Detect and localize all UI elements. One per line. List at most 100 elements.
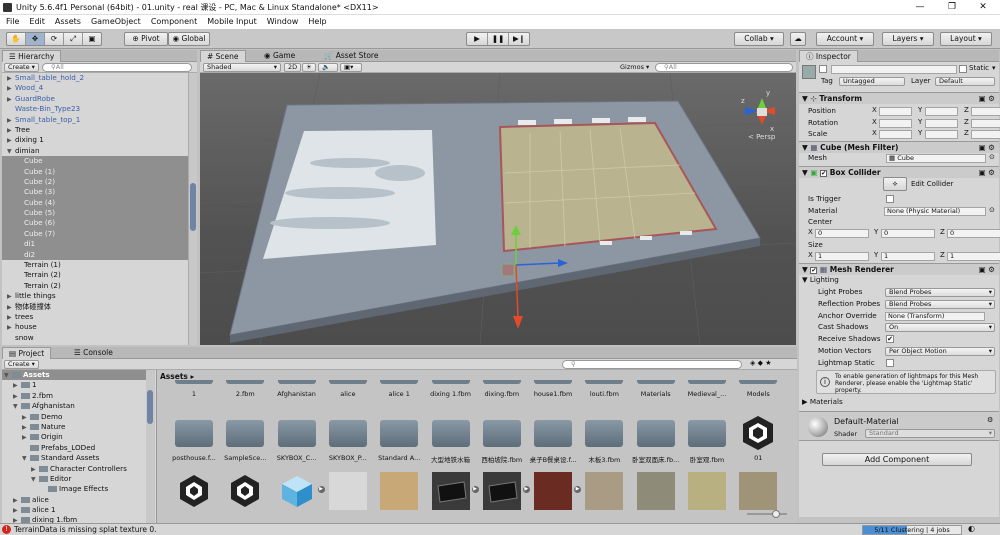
hierarchy-item[interactable]: ▶ little things xyxy=(2,291,188,301)
hierarchy-item[interactable]: di2 xyxy=(2,249,188,261)
asset-label[interactable]: SampleSce... xyxy=(220,454,270,462)
hierarchy-item[interactable]: Waste-Bin_Type23 xyxy=(2,104,188,114)
shading-mode-dropdown[interactable]: Shaded ▾ xyxy=(203,63,281,72)
minimize-button[interactable]: — xyxy=(905,0,935,15)
asset-label[interactable]: Standard A... xyxy=(374,454,424,462)
position-y-field[interactable] xyxy=(925,107,958,116)
trampoline-model-thumbnail[interactable]: ▶ xyxy=(431,472,479,510)
hierarchy-item[interactable]: ▶ house xyxy=(2,322,188,332)
expand-arrow-icon[interactable]: ▼ xyxy=(13,402,21,412)
position-x-field[interactable] xyxy=(879,107,912,116)
folder-icon[interactable] xyxy=(226,380,265,384)
project-folder-item[interactable]: ▶ 2.fbm xyxy=(2,391,152,401)
collider-size-x-field[interactable]: 1 xyxy=(815,252,869,261)
rotation-z-field[interactable] xyxy=(971,118,1000,128)
menu-item-assets[interactable]: Assets xyxy=(55,15,81,29)
transform-header[interactable]: ▼ ⊹ Transform ▣ ⚙ xyxy=(799,92,999,104)
folder-icon[interactable] xyxy=(688,420,726,447)
folder-icon[interactable] xyxy=(277,380,316,384)
project-folder-item[interactable]: ▶ Demo xyxy=(2,412,152,422)
active-checkbox[interactable] xyxy=(819,65,827,73)
cube-prefab-icon[interactable]: ▶ xyxy=(278,472,325,510)
expand-arrow-icon[interactable]: ▼ xyxy=(4,371,12,381)
folder-icon[interactable] xyxy=(739,380,778,384)
lightmap-static-checkbox[interactable] xyxy=(886,358,894,367)
project-tree-scrollbar[interactable] xyxy=(146,370,155,523)
folder-icon[interactable] xyxy=(636,380,675,384)
asset-label[interactable]: posthouse.f... xyxy=(169,454,219,462)
layout-button[interactable]: Layout ▾ xyxy=(940,32,992,46)
rotation-y-field[interactable] xyxy=(925,118,958,128)
menu-item-component[interactable]: Component xyxy=(151,15,197,29)
lighting-foldout[interactable]: ▼ Lighting xyxy=(802,274,839,286)
account-button[interactable]: Account ▾ xyxy=(816,32,874,46)
layers-button[interactable]: Layers ▾ xyxy=(882,32,934,46)
project-folder-item[interactable]: ▼ Editor xyxy=(2,474,152,484)
project-folder-item[interactable]: ▶ 1 xyxy=(2,380,152,390)
asset-label[interactable]: 2.fbm xyxy=(220,390,270,398)
physic-material-field[interactable]: None (Physic Material) xyxy=(884,207,986,216)
expand-asset-icon[interactable]: ▶ xyxy=(471,486,479,493)
asset-label[interactable]: Medieval_... xyxy=(682,390,732,398)
tab-hierarchy[interactable]: ☰ Hierarchy xyxy=(2,50,62,62)
folder-icon[interactable] xyxy=(482,420,521,447)
asset-label[interactable]: SKYBOX_C... xyxy=(272,454,322,462)
project-search-input[interactable]: ⚲ xyxy=(562,360,742,369)
tab-scene[interactable]: # Scene xyxy=(200,50,246,62)
asset-label[interactable]: dixing 1.fbm xyxy=(426,390,476,398)
unity-scene-icon[interactable] xyxy=(175,472,213,510)
expand-arrow-icon[interactable]: ▼ xyxy=(31,475,39,485)
asset-label[interactable]: Afghanistan xyxy=(272,390,322,398)
cast-shadows-dropdown[interactable]: On ▾ xyxy=(885,323,995,333)
dirt-texture-thumbnail[interactable] xyxy=(739,472,778,510)
texture-thumbnail[interactable] xyxy=(328,472,367,510)
folder-icon[interactable] xyxy=(277,420,316,447)
folder-icon[interactable] xyxy=(688,380,726,384)
close-button[interactable]: ✕ xyxy=(968,0,998,15)
lighting-status-icon[interactable]: ◐ xyxy=(968,524,975,533)
hierarchy-item[interactable]: ▶ 物体碰撞体 xyxy=(2,302,188,312)
step-icon[interactable]: ▶❙ xyxy=(509,33,529,45)
expand-asset-icon[interactable]: ▶ xyxy=(574,486,582,493)
collab-button[interactable]: Collab ▾ xyxy=(734,32,784,46)
unity-scene-icon[interactable] xyxy=(226,472,264,510)
hierarchy-item[interactable]: Cube (1) xyxy=(2,166,188,177)
is-trigger-checkbox[interactable] xyxy=(886,195,894,203)
folder-icon[interactable] xyxy=(175,420,213,447)
collider-center-y-field[interactable]: 0 xyxy=(881,229,935,238)
object-name-field[interactable] xyxy=(831,65,957,74)
folder-icon[interactable] xyxy=(534,380,573,384)
collider-center-x-field[interactable]: 0 xyxy=(815,229,869,238)
tab-inspector[interactable]: ⓘ Inspector xyxy=(799,50,858,62)
folder-icon[interactable] xyxy=(534,420,573,447)
hierarchy-item[interactable]: ▶ Wood_4 xyxy=(2,83,188,93)
ground-texture-thumbnail[interactable] xyxy=(636,472,675,510)
global-toggle[interactable]: ◉ Global xyxy=(168,32,210,46)
object-picker-icon[interactable]: ⊙ xyxy=(989,153,995,161)
hierarchy-item[interactable]: ▶ dixing 1 xyxy=(2,135,188,145)
expand-arrow-icon[interactable]: ▼ xyxy=(22,454,30,464)
hierarchy-item[interactable]: Cube (7) xyxy=(2,228,188,240)
filter-icons[interactable]: ◈ ◆ ★ xyxy=(750,359,772,367)
expand-asset-icon[interactable]: ▶ xyxy=(522,486,530,493)
project-create-button[interactable]: Create ▾ xyxy=(4,360,39,369)
project-folder-item[interactable]: ▼ Assets xyxy=(2,370,152,381)
asset-label[interactable]: louti.fbm xyxy=(579,390,629,398)
asset-label[interactable]: 卧室双面床.fb... xyxy=(631,454,681,464)
hierarchy-item[interactable]: ▶ Tree xyxy=(2,125,188,135)
hierarchy-item[interactable]: Cube (5) xyxy=(2,208,188,219)
hierarchy-item[interactable]: ▶ GuardRobe xyxy=(2,94,188,104)
hierarchy-create-button[interactable]: Create ▾ xyxy=(4,63,39,72)
project-folder-item[interactable]: ▶ dixing 1.fbm xyxy=(2,515,152,523)
folder-icon[interactable] xyxy=(380,380,419,384)
project-folder-item[interactable]: Image Effects xyxy=(2,484,152,494)
folder-icon[interactable] xyxy=(482,380,521,384)
asset-label[interactable]: Materials xyxy=(631,390,681,398)
hierarchy-item[interactable]: ▶ Small_table_top_1 xyxy=(2,115,188,125)
folder-icon[interactable] xyxy=(585,380,624,384)
project-folder-item[interactable]: ▶ Nature xyxy=(2,422,152,432)
pivot-toggle[interactable]: ⊕ Pivot xyxy=(124,32,168,46)
tag-dropdown[interactable]: Untagged xyxy=(839,77,905,86)
orientation-gizmo[interactable] xyxy=(745,98,775,125)
asset-label[interactable]: 大型地铁水箱 xyxy=(426,454,476,464)
